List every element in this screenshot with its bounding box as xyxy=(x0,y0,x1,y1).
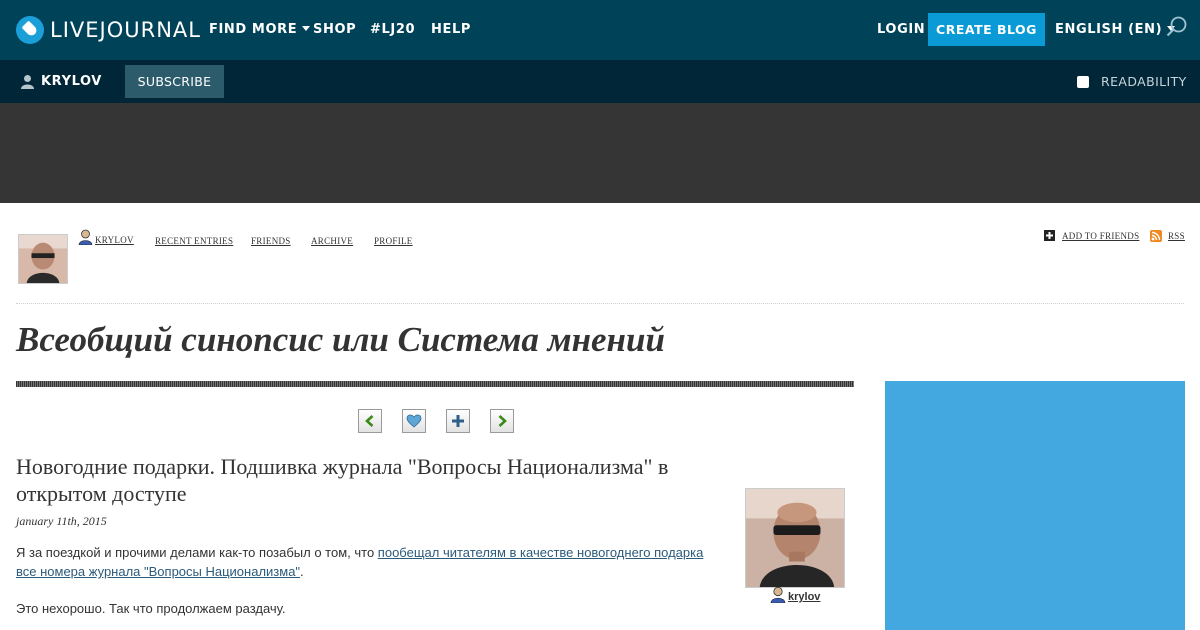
rss-link[interactable]: RSS xyxy=(1150,230,1185,242)
title-rule xyxy=(16,381,854,387)
chevron-down-icon xyxy=(302,26,311,31)
livejournal-logo-icon xyxy=(16,16,44,44)
ad-banner xyxy=(0,103,1200,203)
journal-owner-name: KRYLOV xyxy=(41,74,102,89)
nav-help[interactable]: HELP xyxy=(431,22,471,37)
entry-text: Я за поездкой и прочими делами как-то по… xyxy=(16,545,378,560)
nav-shop[interactable]: SHOP xyxy=(313,22,356,37)
nav-friends[interactable]: FRIENDS xyxy=(251,236,291,246)
login-link[interactable]: LOGIN xyxy=(877,22,925,37)
sidebar-ad[interactable] xyxy=(885,381,1185,630)
search-icon[interactable] xyxy=(1166,16,1188,38)
entry-paragraph-2: Это нехорошо. Так что продолжаем раздачу… xyxy=(16,601,286,616)
user-icon xyxy=(770,586,786,603)
entry-text-end: . xyxy=(300,564,304,579)
arrow-right-icon xyxy=(498,415,507,427)
add-to-friends-link[interactable]: ADD TO FRIENDS xyxy=(1044,230,1139,241)
journal-userpic[interactable] xyxy=(18,234,68,284)
entry-userpic[interactable] xyxy=(745,488,845,588)
nav-archive[interactable]: ARCHIVE xyxy=(311,236,353,246)
plus-icon xyxy=(452,415,464,427)
language-selector[interactable]: ENGLISH (EN) xyxy=(1055,22,1176,37)
add-to-memories-button[interactable] xyxy=(402,409,426,433)
user-icon xyxy=(21,75,34,89)
poster-name: krylov xyxy=(788,591,821,603)
nav-find-more[interactable]: FIND MORE xyxy=(209,22,311,37)
nav-recent-entries[interactable]: RECENT ENTRIES xyxy=(155,236,233,246)
readability-checkbox[interactable] xyxy=(1077,75,1089,88)
entry-date: january 11th, 2015 xyxy=(16,514,107,528)
nav-lj20[interactable]: #LJ20 xyxy=(370,22,415,37)
entry-poster[interactable]: krylov xyxy=(770,586,820,603)
journal-owner-link[interactable]: KRYLOV xyxy=(20,74,102,89)
rss-icon xyxy=(1150,230,1162,242)
livejournal-logo[interactable]: LIVEJOURNAL xyxy=(16,15,201,45)
subscribe-button[interactable]: SUBSCRIBE xyxy=(125,65,224,98)
journal-nav-user[interactable]: KRYLOV xyxy=(78,229,134,245)
nav-profile[interactable]: PROFILE xyxy=(374,236,413,246)
create-blog-button[interactable]: CREATE BLOG xyxy=(928,13,1045,46)
readability-label: READABILITY xyxy=(1101,74,1187,89)
entry-paragraph-1: Я за поездкой и прочими делами как-то по… xyxy=(16,543,726,581)
plus-icon xyxy=(1044,230,1055,241)
header-divider xyxy=(16,303,1184,304)
next-entry-button[interactable] xyxy=(490,409,514,433)
readability-toggle[interactable]: READABILITY xyxy=(1077,74,1187,89)
journal-title: Всеобщий синопсис или Система мнений xyxy=(16,320,665,359)
entry-title[interactable]: Новогодние подарки. Подшивка журнала "Во… xyxy=(16,453,726,507)
logo-text: LIVEJOURNAL xyxy=(50,18,201,42)
arrow-left-icon xyxy=(365,415,374,427)
previous-entry-button[interactable] xyxy=(358,409,382,433)
track-entry-button[interactable] xyxy=(446,409,470,433)
user-icon xyxy=(78,229,93,245)
heart-icon xyxy=(406,414,422,428)
